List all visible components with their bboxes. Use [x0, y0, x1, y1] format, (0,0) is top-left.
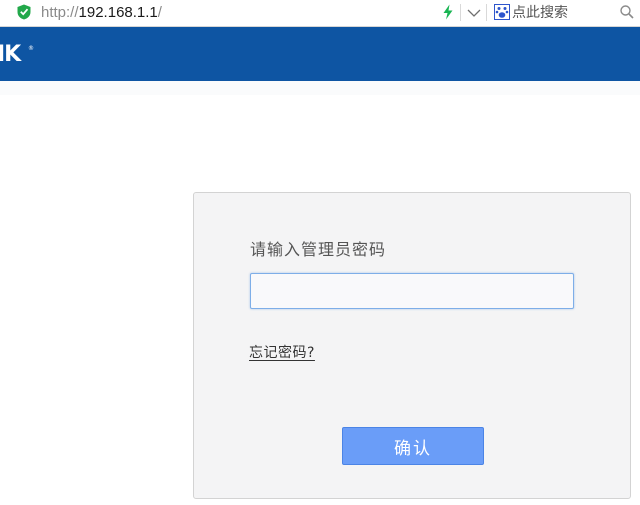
- registered-mark: ®: [28, 45, 34, 52]
- brand-logo: IK: [0, 42, 21, 67]
- toolbar-divider: [486, 4, 487, 21]
- url-path: /: [157, 4, 162, 21]
- url-field[interactable]: http://192.168.1.1/: [41, 3, 162, 22]
- chevron-down-icon[interactable]: [463, 4, 485, 21]
- url-protocol: http://: [41, 4, 79, 21]
- password-field[interactable]: [250, 273, 574, 309]
- browser-address-bar: http://192.168.1.1/: [0, 0, 640, 27]
- confirm-button[interactable]: 确认: [342, 427, 484, 465]
- toolbar-divider: [460, 4, 461, 21]
- lightning-bolt-icon[interactable]: [442, 4, 454, 20]
- forgot-password-link[interactable]: 忘记密码?: [249, 345, 315, 362]
- header-shadow-strip: [0, 81, 640, 95]
- password-prompt-label: 请输入管理员密码: [250, 240, 387, 259]
- login-panel: 请输入管理员密码 忘记密码? 确认: [193, 192, 631, 499]
- header-banner: IK ®: [0, 27, 640, 81]
- baidu-paw-icon[interactable]: [494, 4, 510, 20]
- shield-icon[interactable]: [17, 4, 31, 20]
- url-host: 192.168.1.1: [78, 4, 158, 21]
- search-icon[interactable]: [619, 4, 635, 20]
- search-input[interactable]: [512, 2, 614, 23]
